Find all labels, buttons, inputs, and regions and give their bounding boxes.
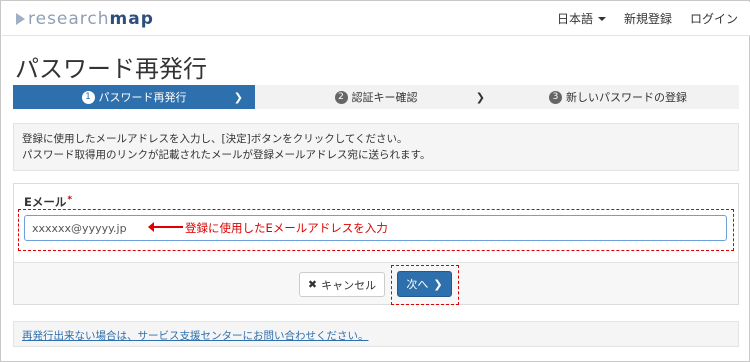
chevron-right-icon: ❯ — [475, 91, 485, 104]
help-footer: 再発行出来ない場合は、サービス支援センターにお問い合わせください。 — [13, 321, 739, 347]
nav-menu: 日本語 新規登録 ログイン — [557, 10, 738, 27]
step-2: 2 認証キー確認 ❯ — [255, 85, 497, 109]
caret-down-icon — [597, 17, 606, 21]
chevron-right-icon: ❯ — [433, 277, 443, 291]
email-field-label: Eメール* — [24, 194, 72, 210]
cancel-button[interactable]: ✖ キャンセル — [299, 272, 385, 297]
top-navbar: research map 日本語 新規登録 ログイン — [2, 2, 750, 36]
language-label: 日本語 — [556, 12, 593, 26]
email-label-text: Eメール — [24, 195, 67, 209]
page-frame: research map 日本語 新規登録 ログイン パスワード再発行 1 パスワ… — [0, 0, 750, 362]
button-row: ✖ キャンセル 次へ ❯ — [14, 262, 738, 305]
input-highlight-box: 登録に使用したEメールアドレスを入力 — [18, 209, 734, 251]
step-label: 認証キー確認 — [351, 91, 418, 104]
next-label: 次へ — [406, 278, 429, 291]
step-label: 新しいパスワードの登録 — [566, 91, 687, 104]
button-highlight-box: 次へ ❯ — [391, 265, 459, 305]
cancel-label: キャンセル — [321, 278, 377, 292]
step-label: パスワード再発行 — [98, 91, 187, 104]
login-link[interactable]: ログイン — [690, 10, 738, 27]
page-title: パスワード再発行 — [15, 55, 207, 83]
next-button[interactable]: 次へ ❯ — [397, 271, 452, 297]
close-icon: ✖ — [307, 278, 318, 291]
step-number: 3 — [549, 90, 562, 104]
logo-text-suffix: map — [109, 9, 154, 29]
logo-arrow-icon — [16, 13, 25, 25]
step-3: 3 新しいパスワードの登録 — [497, 85, 739, 109]
instruction-line-1: 登録に使用したメールアドレスを入力し、[決定]ボタンをクリックしてください。 — [22, 133, 408, 145]
step-number: 1 — [81, 90, 95, 104]
instruction-box: 登録に使用したメールアドレスを入力し、[決定]ボタンをクリックしてください。 パ… — [13, 123, 739, 171]
researchmap-logo[interactable]: research map — [16, 9, 154, 29]
instruction-line-2: パスワード取得用のリンクが記載されたメールが登録メールアドレス宛に送られます。 — [22, 149, 431, 161]
language-dropdown[interactable]: 日本語 — [557, 10, 606, 27]
chevron-right-icon: ❯ — [233, 91, 243, 104]
email-form: Eメール* 登録に使用したEメールアドレスを入力 ✖キャンセル 次へ ❯ — [13, 183, 739, 305]
annotation-text: 登録に使用したEメールアドレスを入力 — [185, 221, 388, 235]
logo-text-prefix: research — [28, 9, 110, 29]
support-center-link[interactable]: 再発行出来ない場合は、サービス支援センターにお問い合わせください。 — [22, 330, 369, 342]
step-progress: 1 パスワード再発行 ❯ 2 認証キー確認 ❯ 3 新しいパスワードの登録 — [13, 85, 739, 109]
step-number: 2 — [334, 90, 348, 104]
step-1: 1 パスワード再発行 ❯ — [13, 85, 255, 109]
register-link[interactable]: 新規登録 — [624, 10, 672, 27]
annotation-arrow-icon — [148, 222, 183, 232]
required-mark: * — [67, 195, 73, 205]
